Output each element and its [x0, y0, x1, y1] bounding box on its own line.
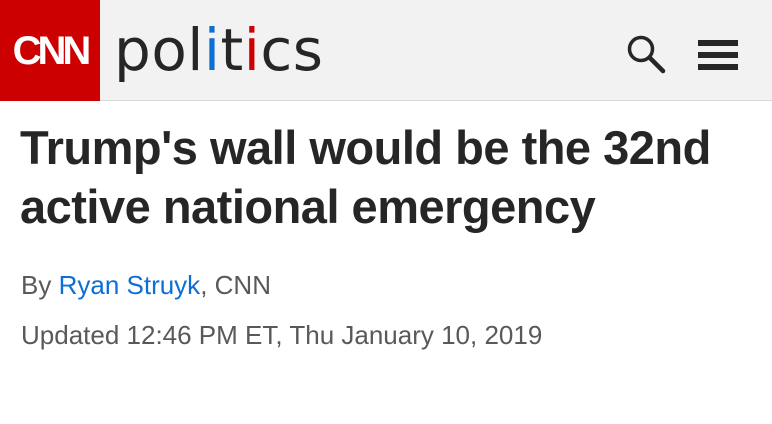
- hamburger-menu-icon-bar: [698, 64, 738, 70]
- hamburger-menu-icon: [698, 40, 738, 46]
- search-button[interactable]: [622, 30, 670, 78]
- section-part-1: pol: [114, 16, 204, 84]
- byline-prefix: By: [21, 270, 59, 300]
- menu-button[interactable]: [696, 34, 742, 74]
- search-icon: [627, 35, 666, 74]
- cnn-logo[interactable]: CNN: [0, 0, 100, 101]
- section-title-politics[interactable]: politics: [114, 18, 324, 82]
- section-part-3: t: [220, 16, 244, 84]
- cnn-logo-text: CNN: [12, 28, 92, 73]
- hamburger-menu-icon-bar: [698, 52, 738, 58]
- section-part-2: i: [203, 16, 221, 84]
- page: CNN politics Trump's wall would be the 3…: [0, 0, 772, 424]
- byline-source: , CNN: [200, 270, 271, 300]
- section-part-4: i: [243, 16, 261, 84]
- article-byline: By Ryan Struyk, CNN: [21, 268, 271, 302]
- site-header: CNN politics: [0, 0, 772, 101]
- updated-timestamp: Updated 12:46 PM ET, Thu January 10, 201…: [21, 320, 543, 350]
- author-link[interactable]: Ryan Struyk: [59, 270, 201, 300]
- article-headline: Trump's wall would be the 32nd active na…: [20, 121, 711, 233]
- section-part-5: cs: [260, 16, 324, 84]
